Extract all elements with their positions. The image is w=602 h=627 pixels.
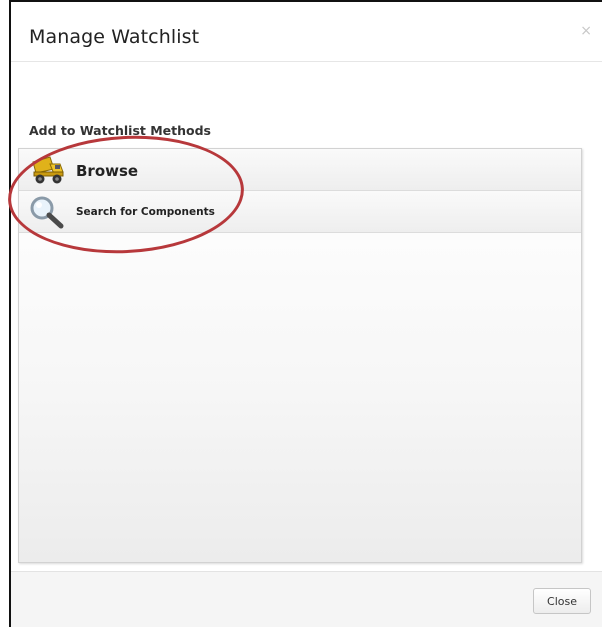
section-title: Add to Watchlist Methods xyxy=(29,123,212,138)
modal-title: Manage Watchlist xyxy=(29,26,200,48)
method-browse-label: Browse xyxy=(76,162,139,180)
modal-footer: Close xyxy=(11,571,602,627)
close-button[interactable]: Close xyxy=(533,588,591,614)
modal-header: Manage Watchlist × xyxy=(11,2,602,62)
dump-truck-icon xyxy=(30,154,66,190)
magnifier-icon xyxy=(28,194,66,234)
method-search[interactable]: Search for Components xyxy=(19,191,581,233)
method-search-label: Search for Components xyxy=(76,206,215,218)
method-browse[interactable]: Browse xyxy=(19,149,581,191)
methods-panel: Browse Search for Components xyxy=(18,148,582,563)
close-icon[interactable]: × xyxy=(580,24,592,38)
